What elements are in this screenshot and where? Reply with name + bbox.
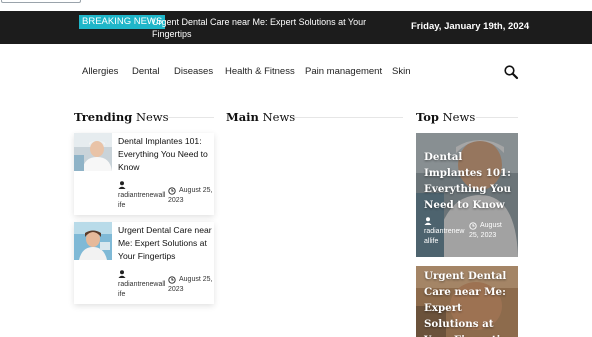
post-date: August 25, 2023: [168, 186, 220, 206]
post-date-line2: 2023: [168, 197, 184, 204]
post-date-line2: 2023: [168, 286, 184, 293]
nav-item-pain-management[interactable]: Pain management: [305, 66, 382, 77]
post-date: August 25, 2023: [168, 275, 220, 295]
nav-item-skin[interactable]: Skin: [392, 66, 410, 77]
trending-thumbnail[interactable]: [74, 222, 112, 260]
breaking-news-bar: BREAKING NEWS Urgent Dental Care near Me…: [0, 11, 592, 44]
top-news-title[interactable]: Urgent Dental Care near Me: Expert Solut…: [424, 268, 516, 337]
section-divider: [293, 117, 403, 118]
top-news-date-line2: 25, 2023: [469, 232, 497, 239]
user-icon: [118, 270, 126, 278]
section-divider: [476, 117, 518, 118]
post-date-line1: August 25,: [179, 187, 213, 194]
nav-item-dental[interactable]: Dental: [132, 66, 159, 77]
user-icon: [424, 217, 432, 225]
section-title-light: News: [442, 110, 476, 124]
trending-post-title[interactable]: Urgent Dental Care near Me: Expert Solut…: [118, 224, 214, 263]
section-title-top: Top News: [416, 110, 475, 124]
section-title-strong: Top: [416, 110, 439, 124]
section-title-light: News: [262, 110, 296, 124]
section-title-trending: Trending News: [74, 110, 169, 124]
top-news-date: August 25, 2023: [469, 221, 517, 241]
top-news-card[interactable]: Urgent Dental Care near Me: Expert Solut…: [416, 266, 518, 337]
trending-card[interactable]: Dental Implantes 101: Everything You Nee…: [74, 133, 214, 215]
top-strip-field[interactable]: [1, 0, 81, 3]
current-date: Friday, January 19th, 2024: [411, 21, 530, 32]
nav-item-diseases[interactable]: Diseases: [174, 66, 213, 77]
top-news-title[interactable]: Dental Implantes 101: Everything You Nee…: [424, 149, 516, 213]
section-title-strong: Trending: [74, 110, 133, 124]
nav-item-allergies[interactable]: Allergies: [82, 66, 118, 77]
section-title-main: Main News: [226, 110, 295, 124]
top-news-author[interactable]: radiantrenewallife: [424, 227, 468, 247]
section-title-strong: Main: [226, 110, 259, 124]
trending-thumbnail[interactable]: [74, 133, 112, 171]
section-divider: [166, 117, 214, 118]
top-strip: [0, 0, 592, 11]
top-news-date-line1: August: [480, 222, 502, 229]
ticker-headline[interactable]: Urgent Dental Care near Me: Expert Solut…: [152, 16, 367, 40]
post-author[interactable]: radiantrenewallife: [118, 280, 166, 300]
top-news-card[interactable]: Dental Implantes 101: Everything You Nee…: [416, 133, 518, 257]
nav-item-health-fitness[interactable]: Health & Fitness: [225, 66, 295, 77]
post-author[interactable]: radiantrenewallife: [118, 191, 166, 211]
section-title-light: News: [135, 110, 169, 124]
dental-care-image: [74, 222, 112, 260]
post-date-line1: August 25,: [179, 276, 213, 283]
dentist-patient-image: [74, 133, 112, 171]
user-icon: [118, 181, 126, 189]
trending-post-title[interactable]: Dental Implantes 101: Everything You Nee…: [118, 135, 214, 174]
trending-card[interactable]: Urgent Dental Care near Me: Expert Solut…: [74, 222, 214, 304]
search-icon[interactable]: [503, 64, 519, 80]
